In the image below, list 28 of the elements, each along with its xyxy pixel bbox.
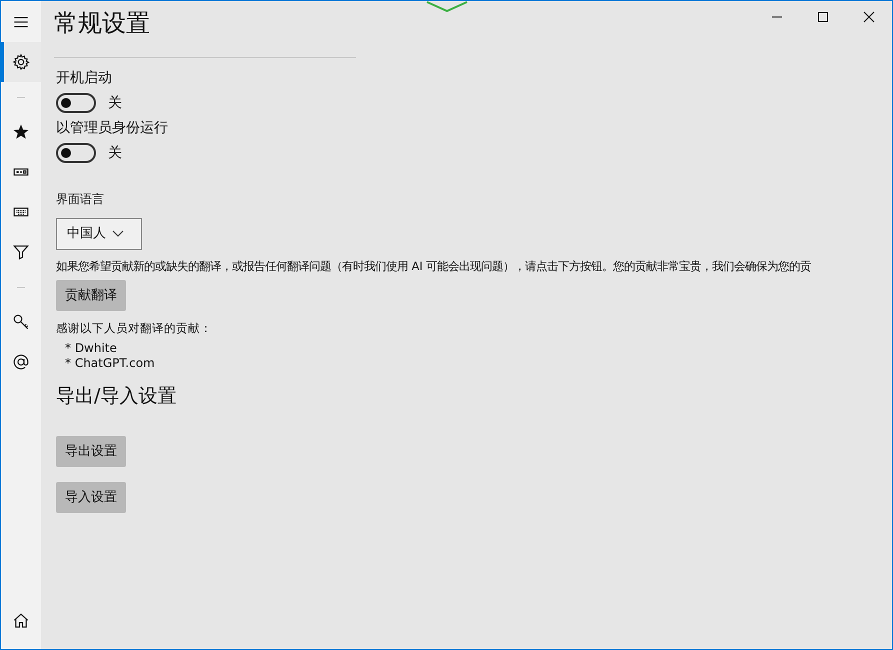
toggle-state: 关 — [108, 94, 122, 112]
key-icon — [12, 313, 30, 331]
settings-icon — [12, 53, 30, 71]
export-button[interactable]: 导出设置 — [56, 436, 126, 468]
chevron-icon — [426, 1, 468, 13]
sidebar-item[interactable] — [1, 42, 41, 82]
translation-note: 如果您希望贡献新的或缺失的翻译，或报告任何翻译问题（有时我们使用 AI 可能会出现问题），请点击下方按钮。您的贡献非常宝贵，我们会确保为您的贡 — [56, 259, 812, 275]
close-icon — [863, 10, 875, 22]
import-button[interactable]: 导入设置 — [56, 482, 126, 514]
toggle-label: 以管理员身份运行 — [56, 119, 168, 138]
thanks-text: 感谢以下人员对翻译的贡献： — [56, 320, 212, 337]
contributor-name: * ChatGPT.com — [65, 356, 155, 372]
star-icon — [12, 123, 30, 141]
maximize-icon — [817, 10, 829, 22]
language-label: 界面语言 — [56, 191, 104, 208]
toggle-switch[interactable] — [56, 93, 96, 113]
page-title: 常规设置 — [54, 8, 150, 39]
toggle-switch[interactable] — [56, 143, 96, 163]
toggle-label: 开机启动 — [56, 69, 112, 88]
contributor-name: * Dwhite — [65, 341, 118, 356]
language-dropdown[interactable]: 中国人 — [56, 218, 142, 250]
at-icon — [12, 353, 30, 371]
section-title: 导出/导入设置 — [56, 384, 176, 410]
toggle-state: 关 — [108, 144, 122, 162]
home-icon — [12, 612, 30, 630]
contribute-button[interactable]: 贡献翻译 — [56, 280, 126, 311]
filter-icon — [12, 243, 30, 261]
chevron-down-icon — [112, 230, 124, 238]
